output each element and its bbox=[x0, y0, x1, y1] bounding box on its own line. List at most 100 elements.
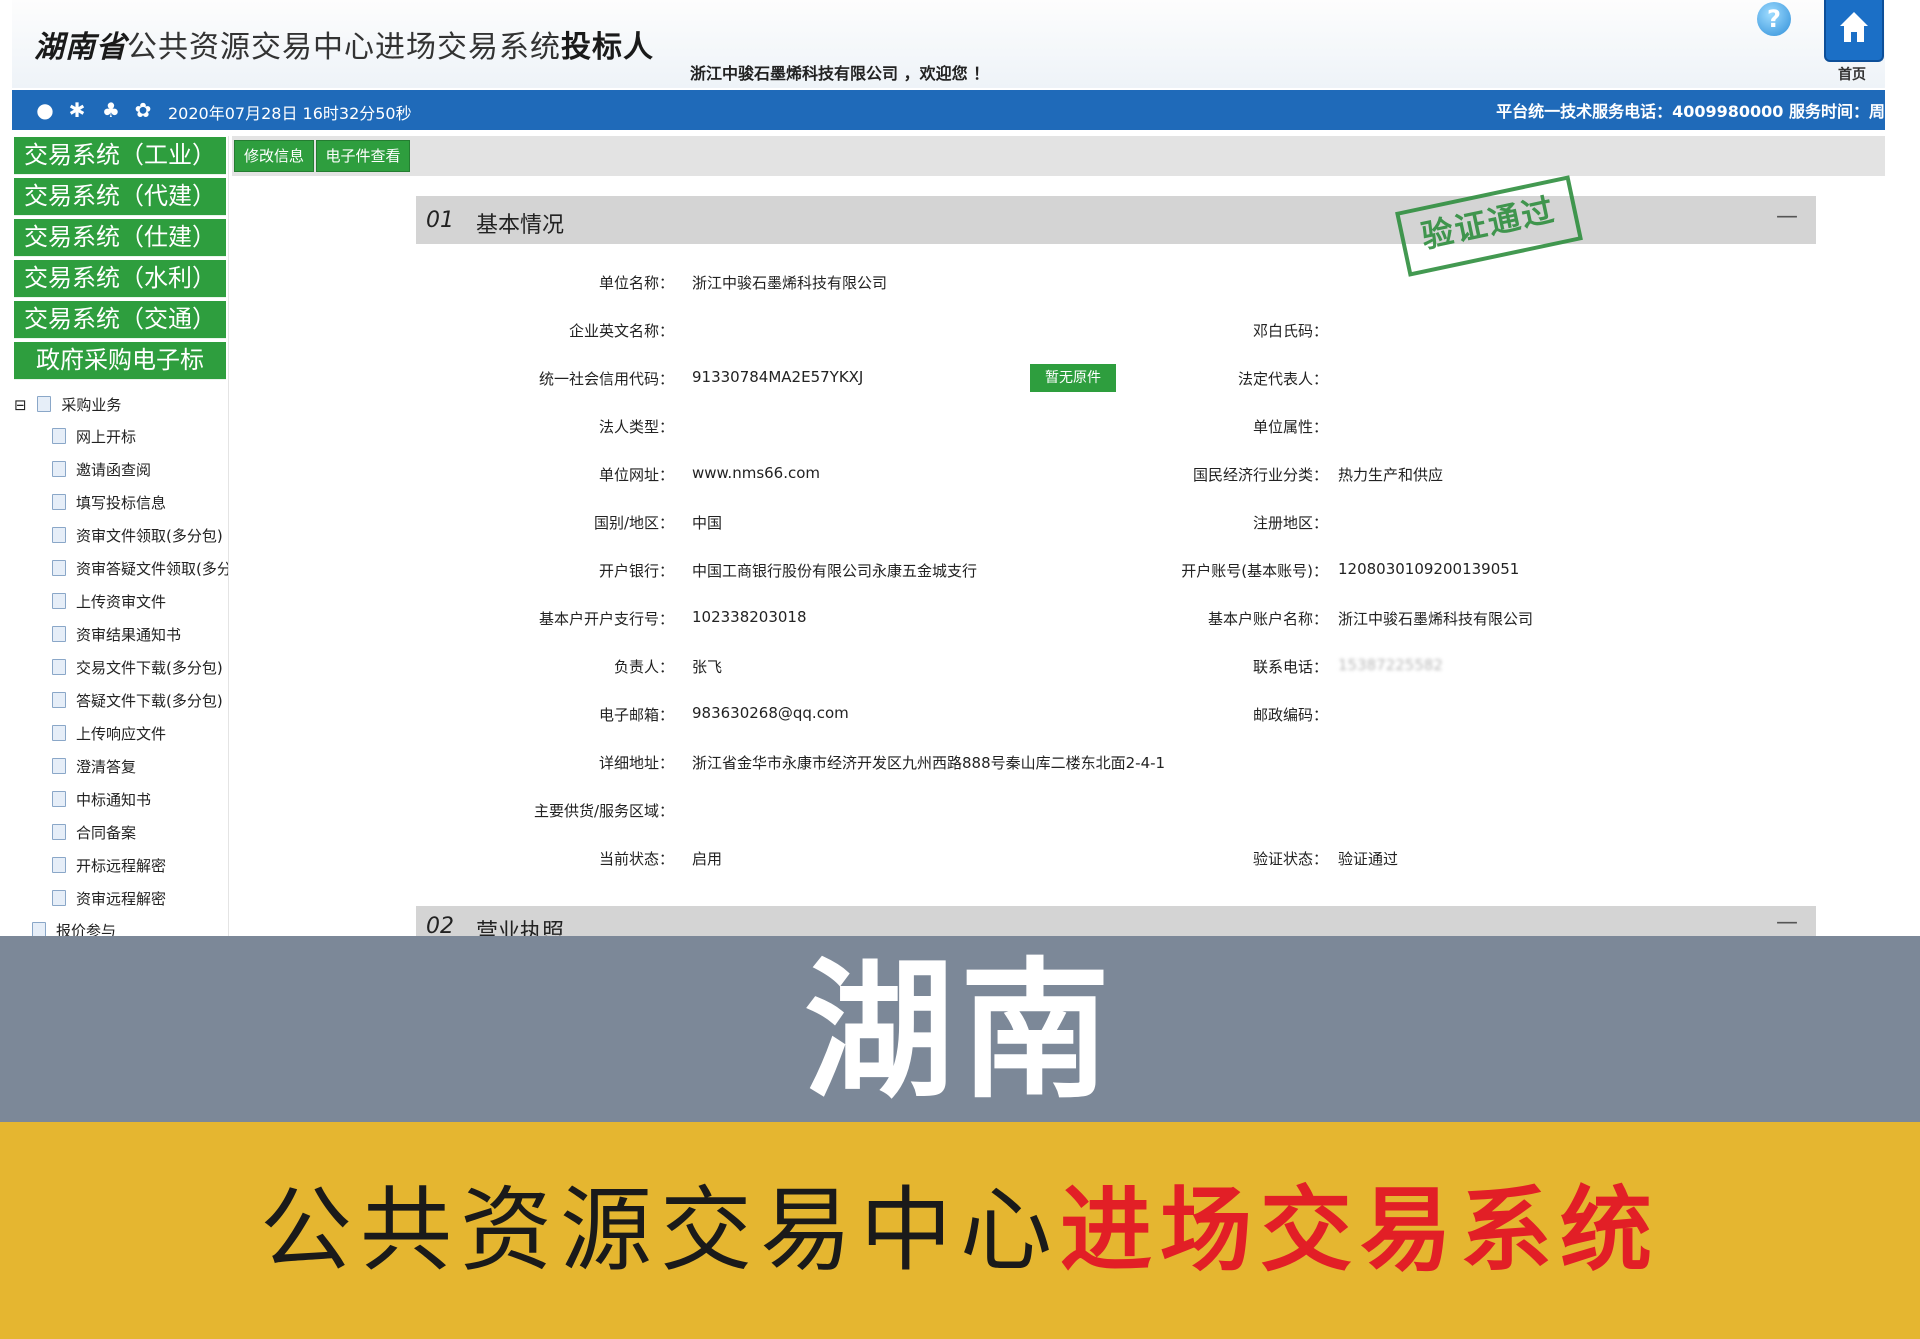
document-icon bbox=[52, 791, 66, 807]
nav-gov-procurement[interactable]: 政府采购电子标 bbox=[14, 342, 226, 380]
no-original-button[interactable]: 暂无原件 bbox=[1030, 364, 1116, 392]
document-icon bbox=[52, 857, 66, 873]
folder-icon bbox=[37, 396, 52, 412]
help-icon[interactable]: ? bbox=[1757, 2, 1791, 36]
home-button[interactable] bbox=[1824, 0, 1884, 62]
field-label: 基本户开户支行号： bbox=[538, 610, 674, 628]
field-label: 联系电话： bbox=[1252, 658, 1328, 676]
tree-item-label: 上传资审文件 bbox=[76, 593, 167, 611]
tree-root-procurement[interactable]: ⊟ 采购业务 bbox=[14, 394, 121, 415]
banner-title: 湖南 bbox=[803, 943, 1116, 1119]
tree-item[interactable]: 合同备案 bbox=[52, 822, 228, 843]
document-icon bbox=[52, 758, 66, 774]
tree-item[interactable]: 资审结果通知书 bbox=[52, 624, 228, 645]
document-icon bbox=[52, 692, 66, 708]
field-value: 启用 bbox=[692, 850, 723, 868]
view-e-documents-button[interactable]: 电子件查看 bbox=[316, 140, 410, 172]
home-label: 首页 bbox=[1838, 67, 1866, 83]
tree-item[interactable]: 交易文件下载(多分包) bbox=[52, 657, 228, 678]
tree-item[interactable]: 开标远程解密 bbox=[52, 855, 228, 876]
system-title: 湖南省公共资源交易中心进场交易系统投标人 bbox=[34, 22, 654, 66]
field-row: 企业英文名称： 邓白氏码： bbox=[232, 320, 1885, 346]
tree-item[interactable]: 上传资审文件 bbox=[52, 591, 228, 612]
tree-item-label: 资审结果通知书 bbox=[76, 626, 182, 644]
field-value: 91330784MA2E57YKXJ bbox=[692, 368, 864, 386]
users-icon[interactable]: ♣ bbox=[98, 97, 124, 123]
field-row: 单位网址： www.nms66.com 国民经济行业分类： 热力生产和供应 bbox=[232, 464, 1885, 490]
nav-trade-industry[interactable]: 交易系统（工业） bbox=[14, 137, 226, 175]
panel-number: 02 bbox=[426, 914, 454, 936]
tree-item-label: 上传响应文件 bbox=[76, 725, 167, 743]
tree-item-label: 资审文件领取(多分包) bbox=[76, 527, 223, 545]
document-icon bbox=[52, 725, 66, 741]
document-icon bbox=[52, 428, 66, 444]
tree-item-label: 澄清答复 bbox=[76, 758, 137, 776]
field-row: 单位名称： 浙江中骏石墨烯科技有限公司 bbox=[232, 272, 1885, 298]
field-label: 开户账号(基本账号)： bbox=[1181, 562, 1328, 580]
field-row: 当前状态： 启用 验证状态： 验证通过 bbox=[232, 848, 1885, 874]
field-value: 1208030109200139051 bbox=[1338, 560, 1520, 578]
tree-item[interactable]: 填写投标信息 bbox=[52, 492, 228, 513]
left-nav: 交易系统（工业） 交易系统（代建） 交易系统（仕建） 交易系统（水利） 交易系统… bbox=[12, 136, 229, 940]
field-value: 浙江省金华市永康市经济开发区九州西路888号秦山库二楼东北面2-4-1 bbox=[692, 754, 1166, 772]
nav-trade-water[interactable]: 交易系统（水利） bbox=[14, 260, 226, 298]
tree-item[interactable]: 上传响应文件 bbox=[52, 723, 228, 744]
field-row: 详细地址： 浙江省金华市永康市经济开发区九州西路888号秦山库二楼东北面2-4-… bbox=[232, 752, 1885, 778]
current-datetime: 2020年07月28日 16时32分50秒 bbox=[168, 104, 412, 123]
field-row: 统一社会信用代码： 91330784MA2E57YKXJ 暂无原件 法定代表人： bbox=[232, 364, 1885, 394]
field-value: 浙江中骏石墨烯科技有限公司 bbox=[1338, 610, 1534, 628]
collapse-icon[interactable]: — bbox=[1776, 204, 1798, 229]
collapse-icon[interactable]: — bbox=[1776, 910, 1798, 935]
tree-item[interactable]: 澄清答复 bbox=[52, 756, 228, 777]
tree-item[interactable]: 资审答疑文件领取(多分包) bbox=[52, 558, 228, 579]
tree-item-label: 开标远程解密 bbox=[76, 857, 167, 875]
panel-number: 01 bbox=[426, 208, 454, 233]
field-row: 开户银行： 中国工商银行股份有限公司永康五金城支行 开户账号(基本账号)： 12… bbox=[232, 560, 1885, 586]
nav-trade-housing[interactable]: 交易系统（仕建） bbox=[14, 219, 226, 257]
tree-item[interactable]: 网上开标 bbox=[52, 426, 228, 447]
tree-item-label: 交易文件下载(多分包) bbox=[76, 659, 223, 677]
field-label: 国民经济行业分类： bbox=[1192, 466, 1328, 484]
palette-icon[interactable]: ✿ bbox=[130, 97, 156, 123]
gear-icon[interactable]: ✱ bbox=[64, 97, 90, 123]
tree-item-label: 中标通知书 bbox=[76, 791, 152, 809]
document-icon bbox=[52, 626, 66, 642]
tree-item[interactable]: 邀请函查阅 bbox=[52, 459, 228, 480]
document-icon bbox=[52, 659, 66, 675]
business-license-panel-header[interactable]: 02 营业执照 — bbox=[416, 906, 1816, 936]
edit-info-button[interactable]: 修改信息 bbox=[234, 140, 314, 172]
field-label: 基本户账户名称： bbox=[1207, 610, 1328, 628]
field-label: 单位网址： bbox=[598, 466, 674, 484]
field-label: 国别/地区： bbox=[593, 514, 674, 532]
field-value: 热力生产和供应 bbox=[1338, 466, 1444, 484]
tree-item[interactable]: 资审文件领取(多分包) bbox=[52, 525, 228, 546]
welcome-text: 浙江中骏石墨烯科技有限公司 ，欢迎您 ！ bbox=[690, 64, 990, 83]
blue-toolbar: ● ✱ ♣ ✿ 2020年07月28日 16时32分50秒 平台统一技术服务电话… bbox=[12, 90, 1885, 130]
tree-item-label: 网上开标 bbox=[76, 428, 137, 446]
field-label: 验证状态： bbox=[1252, 850, 1328, 868]
tree-item[interactable]: 答疑文件下载(多分包) bbox=[52, 690, 228, 711]
panel-title: 基本情况 bbox=[476, 213, 565, 238]
page: 湖南省公共资源交易中心进场交易系统投标人 浙江中骏石墨烯科技有限公司 ，欢迎您 … bbox=[0, 0, 1920, 1339]
document-icon bbox=[52, 461, 66, 477]
field-value: 中国 bbox=[692, 514, 723, 532]
basic-info-panel-header[interactable]: 01 基本情况 — bbox=[416, 196, 1816, 244]
province-name: 湖南省 bbox=[34, 30, 127, 65]
role-name: 投标人 bbox=[561, 30, 654, 65]
document-icon bbox=[52, 593, 66, 609]
tree-item[interactable]: 中标通知书 bbox=[52, 789, 228, 810]
collapse-toggle-icon[interactable]: ⊟ bbox=[14, 396, 27, 414]
field-label: 开户银行： bbox=[598, 562, 674, 580]
field-value: www.nms66.com bbox=[692, 464, 821, 482]
panel-title: 营业执照 bbox=[476, 920, 565, 936]
field-value: 102338203018 bbox=[692, 608, 807, 626]
chat-icon[interactable]: ● bbox=[32, 97, 58, 123]
field-label: 主要供货/服务区域： bbox=[533, 802, 674, 820]
action-bar: 修改信息 电子件查看 bbox=[232, 136, 1885, 176]
field-row: 负责人： 张飞 联系电话： 15387225582 bbox=[232, 656, 1885, 682]
nav-trade-agent-build[interactable]: 交易系统（代建） bbox=[14, 178, 226, 216]
field-value: 验证通过 bbox=[1338, 850, 1399, 868]
nav-trade-traffic[interactable]: 交易系统（交通） bbox=[14, 301, 226, 339]
tree-item[interactable]: 资审远程解密 bbox=[52, 888, 228, 909]
field-label: 邓白氏码： bbox=[1252, 322, 1328, 340]
